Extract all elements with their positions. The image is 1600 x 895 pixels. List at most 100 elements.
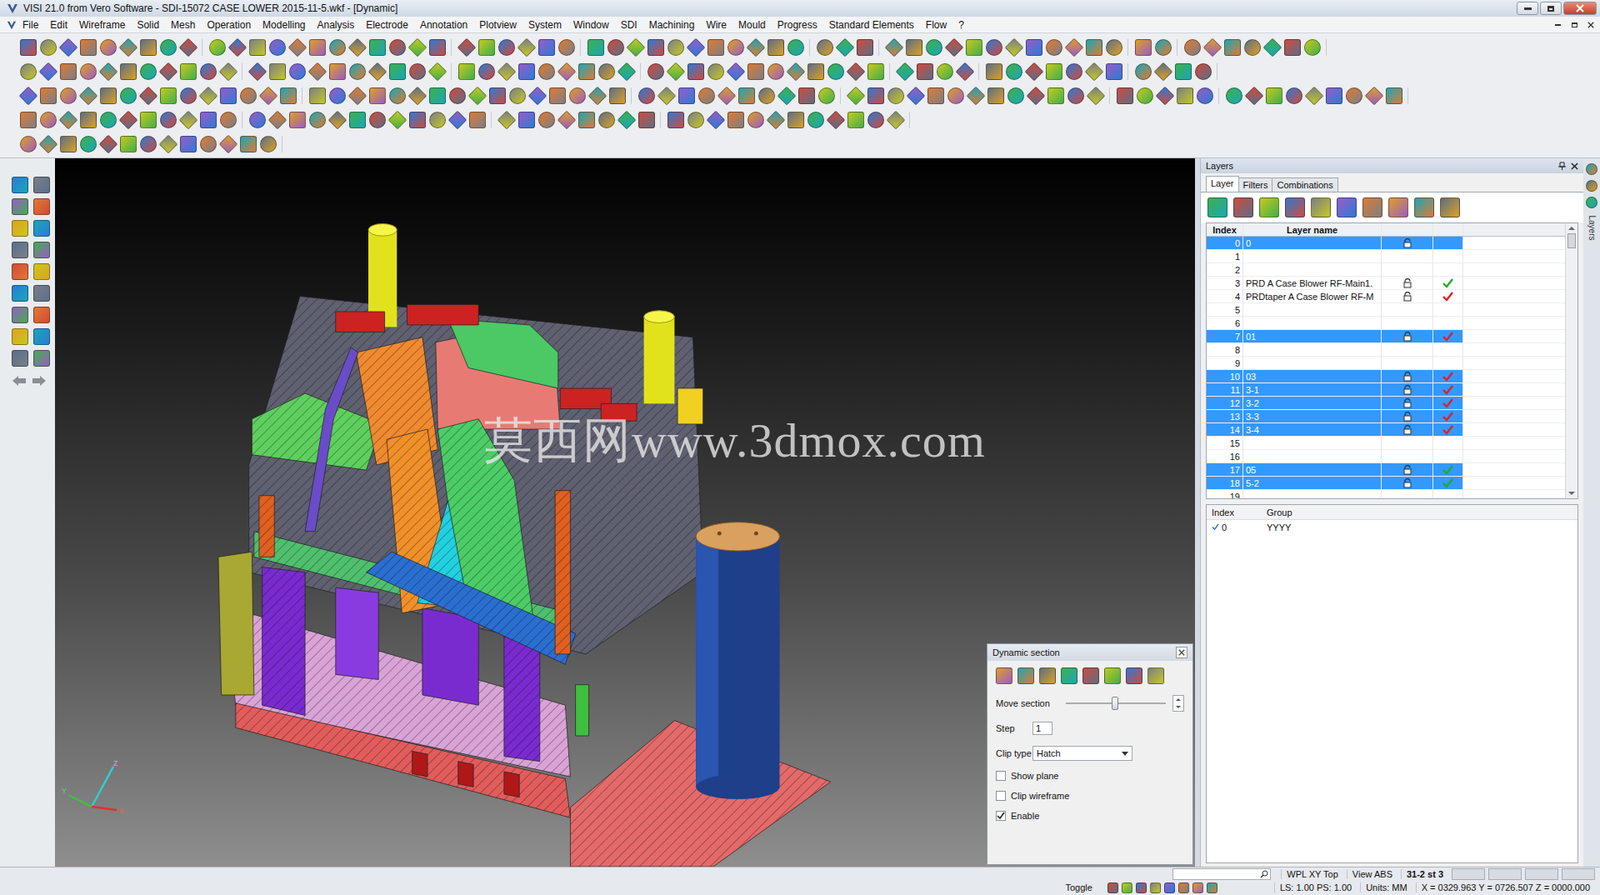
tool-icon[interactable]	[33, 241, 50, 259]
checkbox[interactable]	[995, 790, 1006, 801]
tool-icon[interactable]	[1305, 85, 1325, 105]
tool-icon[interactable]	[916, 63, 934, 80]
tool-icon[interactable]	[448, 110, 468, 130]
tool-icon[interactable]	[497, 61, 517, 81]
tool-icon[interactable]	[33, 350, 50, 367]
visibility-cell[interactable]	[1433, 423, 1464, 437]
tool-icon[interactable]	[1263, 37, 1283, 57]
tool-icon[interactable]	[11, 241, 29, 259]
lock-cell[interactable]	[1381, 490, 1434, 499]
tool-icon[interactable]	[1176, 87, 1194, 105]
tool-icon[interactable]	[59, 37, 79, 57]
tool-icon[interactable]	[1067, 87, 1085, 105]
command-field[interactable]	[1172, 868, 1271, 880]
tool-icon[interactable]	[905, 39, 923, 56]
tool-icon[interactable]	[228, 37, 248, 57]
lock-cell[interactable]	[1381, 263, 1434, 277]
tool-icon[interactable]	[787, 111, 805, 129]
visibility-cell[interactable]	[1433, 343, 1464, 357]
tool-icon[interactable]	[200, 135, 217, 153]
checkbox-row[interactable]: Show plane	[987, 765, 1193, 786]
menu-item[interactable]: File	[16, 19, 45, 31]
tool-icon[interactable]	[747, 63, 765, 80]
tool-icon[interactable]	[538, 111, 555, 129]
layers-side-tab[interactable]: Layers	[1587, 210, 1597, 247]
tool-icon[interactable]	[308, 61, 328, 81]
tool-icon[interactable]	[449, 87, 466, 105]
tool-icon[interactable]	[160, 111, 177, 129]
model-part[interactable]	[335, 311, 385, 333]
model-part[interactable]	[458, 761, 474, 788]
tool-icon[interactable]	[408, 85, 428, 105]
model-part[interactable]	[259, 495, 275, 558]
tool-icon[interactable]	[1385, 87, 1403, 105]
tool-icon[interactable]	[1285, 87, 1303, 105]
menu-item[interactable]: Window	[567, 19, 615, 31]
menu-item[interactable]: Plotview	[473, 19, 523, 31]
visibility-cell[interactable]	[1433, 450, 1464, 464]
tool-icon[interactable]	[429, 111, 446, 129]
group-row[interactable]: 0YYYY	[1206, 520, 1578, 535]
checkbox-row[interactable]: Clip wireframe	[987, 785, 1193, 806]
tool-icon[interactable]	[160, 87, 177, 105]
tool-icon[interactable]	[20, 135, 37, 153]
tool-icon[interactable]	[835, 37, 855, 57]
tool-icon[interactable]	[389, 63, 406, 80]
status-icon[interactable]	[1121, 882, 1133, 894]
side-icon[interactable]	[1585, 163, 1598, 175]
model-part[interactable]	[504, 771, 520, 798]
tool-icon[interactable]	[497, 110, 517, 130]
section-tool-icon[interactable]	[1125, 667, 1143, 685]
doc-restore-icon[interactable]	[1568, 19, 1580, 31]
tool-icon[interactable]	[578, 111, 595, 129]
tool-icon[interactable]	[240, 87, 257, 105]
visibility-cell[interactable]	[1433, 396, 1464, 410]
tool-icon[interactable]	[409, 63, 426, 80]
tool-icon[interactable]	[598, 63, 615, 80]
tool-icon[interactable]	[40, 87, 57, 105]
tool-icon[interactable]	[985, 63, 1003, 80]
tool-icon[interactable]	[11, 220, 29, 237]
status-box[interactable]	[1488, 868, 1522, 880]
tool-icon[interactable]	[180, 87, 197, 105]
tool-icon[interactable]	[80, 111, 97, 129]
tool-icon[interactable]	[906, 85, 926, 105]
tool-icon[interactable]	[11, 285, 29, 302]
tool-icon[interactable]	[309, 39, 326, 56]
tool-icon[interactable]	[617, 61, 637, 81]
layer-tool-icon[interactable]	[1285, 197, 1305, 218]
tool-icon[interactable]	[139, 85, 159, 105]
tool-icon[interactable]	[557, 61, 577, 81]
tool-icon[interactable]	[1047, 87, 1065, 105]
tool-icon[interactable]	[867, 111, 885, 129]
tool-icon[interactable]	[569, 87, 586, 105]
tool-icon[interactable]	[777, 85, 797, 105]
tool-icon[interactable]	[79, 85, 99, 105]
close-icon[interactable]	[1175, 646, 1188, 659]
tool-icon[interactable]	[885, 37, 905, 57]
tool-icon[interactable]	[867, 63, 885, 80]
lock-cell[interactable]	[1381, 423, 1434, 437]
tool-icon[interactable]	[11, 328, 29, 345]
section-tool-icon[interactable]	[1082, 667, 1100, 685]
model-part[interactable]	[335, 587, 379, 680]
tool-icon[interactable]	[100, 111, 117, 129]
tool-icon[interactable]	[200, 111, 217, 129]
layer-tool-icon[interactable]	[1336, 197, 1357, 218]
menu-item[interactable]: Mould	[732, 19, 772, 31]
tool-icon[interactable]	[1345, 87, 1363, 105]
tool-icon[interactable]	[80, 39, 97, 56]
tool-icon[interactable]	[248, 61, 268, 81]
tool-icon[interactable]	[598, 111, 615, 129]
doc-close-icon[interactable]	[1585, 19, 1597, 31]
tool-icon[interactable]	[706, 110, 726, 130]
tool-icon[interactable]	[518, 111, 535, 129]
lock-icon[interactable]	[1402, 385, 1413, 395]
lock-cell[interactable]	[1381, 396, 1434, 410]
tool-icon[interactable]	[687, 63, 705, 80]
tool-icon[interactable]	[329, 39, 346, 56]
menu-item[interactable]: Annotation	[414, 19, 474, 31]
tool-icon[interactable]	[119, 37, 139, 57]
tool-icon[interactable]	[20, 63, 37, 80]
toggle-button[interactable]: Toggle	[1060, 882, 1097, 893]
